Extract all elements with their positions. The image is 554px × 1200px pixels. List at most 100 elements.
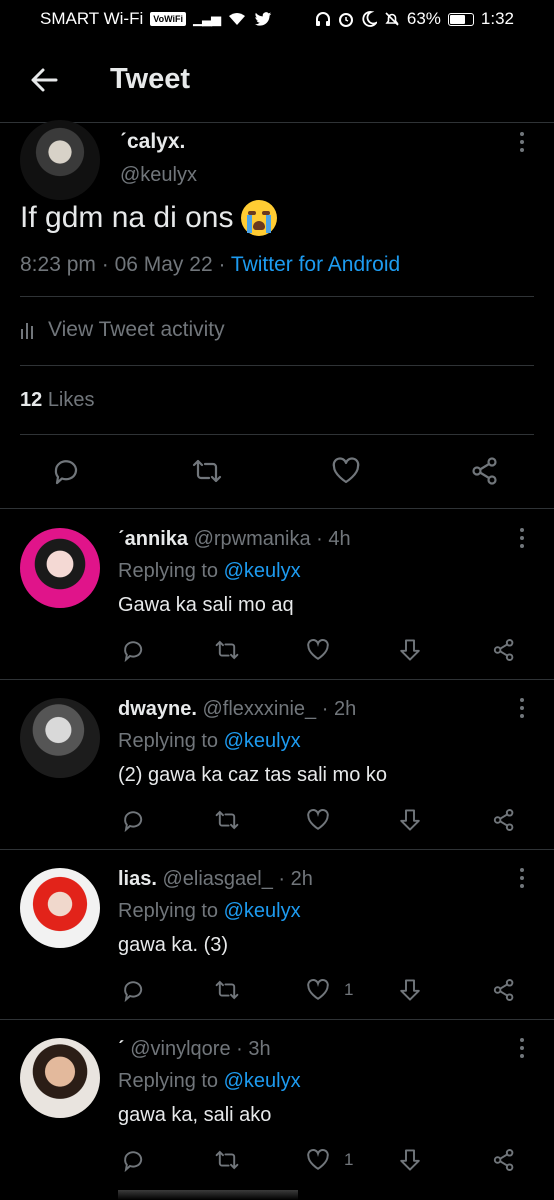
reply-author-name[interactable]: lias. [118, 868, 157, 890]
reply-icon[interactable] [52, 456, 82, 486]
author-name[interactable]: ˊcalyx. [120, 130, 185, 154]
like-heart-icon[interactable] [306, 808, 330, 832]
retweet-icon[interactable] [215, 1148, 239, 1172]
like-heart-icon[interactable] [331, 456, 361, 486]
reply-author-handle[interactable]: @flexxxinie_ [202, 698, 316, 720]
like-heart-icon[interactable] [306, 638, 330, 662]
tweet-date: 06 May 22 [114, 253, 213, 276]
reply-icon[interactable] [122, 978, 146, 1002]
share-icon[interactable] [492, 808, 516, 832]
avatar[interactable] [20, 1038, 100, 1118]
downvote-arrow-icon[interactable] [398, 638, 422, 662]
mention-link[interactable]: @keulyx [224, 1070, 301, 1092]
likes-count-link[interactable]: 12 Likes [20, 389, 95, 412]
twitter-bird-icon [254, 11, 272, 26]
reply-author-handle[interactable]: @vinylqore [130, 1038, 230, 1060]
reply-icon[interactable] [122, 1148, 146, 1172]
replying-to-label: Replying to [118, 900, 219, 922]
reply-age: 2h [333, 698, 357, 720]
view-activity-label: View Tweet activity [48, 318, 225, 341]
tweet-time: 8:23 pm [20, 253, 96, 276]
reply-age: 2h [290, 868, 313, 890]
wifi-icon [229, 13, 246, 25]
replying-to: Replying to @keulyx [118, 1070, 301, 1093]
more-options-icon[interactable] [512, 526, 532, 550]
reply-icon[interactable] [122, 638, 146, 662]
more-options-icon[interactable] [512, 696, 532, 720]
divider [20, 365, 534, 366]
share-icon[interactable] [470, 456, 500, 486]
reply-age: 3h [248, 1038, 271, 1060]
divider [20, 434, 534, 435]
like-heart-icon[interactable] [306, 1148, 330, 1172]
retweet-icon[interactable] [215, 638, 239, 662]
like-heart-icon[interactable] [306, 978, 330, 1002]
avatar[interactable] [20, 698, 100, 778]
mention-link[interactable]: @keulyx [224, 730, 301, 752]
divider [20, 296, 534, 297]
replying-to-label: Replying to [118, 1070, 219, 1092]
mention-link[interactable]: @keulyx [224, 900, 301, 922]
retweet-icon[interactable] [215, 808, 239, 832]
reply-text: Gawa ka sali mo aq [118, 594, 294, 616]
header-divider [0, 122, 554, 123]
view-activity-button[interactable]: View Tweet activity [20, 318, 225, 342]
replying-to: Replying to @keulyx [118, 900, 301, 923]
reply-item[interactable]: ˊ @vinylqore · 3h Replying to @keulyx ga… [0, 1020, 554, 1190]
tweet-meta: 8:23 pm · 06 May 22 · Twitter for Androi… [20, 253, 401, 276]
reply-header: ˊ @vinylqore · 3h [118, 1038, 271, 1060]
battery-percent: 63% [406, 9, 441, 28]
reply-item[interactable]: lias. @eliasgael_ · 2h Replying to @keul… [0, 850, 554, 1020]
carrier-label: SMART Wi-Fi [40, 9, 144, 28]
reply-author-name[interactable]: dwayne. [118, 698, 197, 720]
moon-icon [362, 11, 377, 27]
downvote-arrow-icon[interactable] [398, 978, 422, 1002]
reply-item[interactable]: ˊannika @rpwmanika · 4h Replying to @keu… [0, 510, 554, 680]
reply-author-name[interactable]: ˊannika [118, 528, 188, 550]
analytics-icon [21, 323, 33, 339]
headphones-icon [315, 12, 330, 26]
mention-link[interactable]: @keulyx [224, 560, 301, 582]
reply-age: 4h [328, 528, 351, 550]
mute-bell-icon [385, 12, 399, 26]
avatar[interactable] [20, 528, 100, 608]
like-count: 1 [344, 1150, 354, 1169]
reply-header: dwayne. @flexxxinie_ · 2h [118, 698, 357, 720]
avatar[interactable] [20, 868, 100, 948]
avatar[interactable] [20, 120, 100, 200]
next-reply-peek [118, 1190, 298, 1200]
replying-to-label: Replying to [118, 730, 219, 752]
replying-to: Replying to @keulyx [118, 560, 301, 583]
more-options-icon[interactable] [512, 866, 532, 890]
replying-to-label: Replying to [118, 560, 219, 582]
tweet-text: If gdm na di ons [20, 200, 278, 236]
more-options-icon[interactable] [512, 130, 532, 154]
reply-header: ˊannika @rpwmanika · 4h [118, 528, 351, 550]
replying-to: Replying to @keulyx [118, 730, 301, 753]
reply-author-name[interactable]: ˊ [118, 1038, 125, 1060]
reply-item[interactable]: dwayne. @flexxxinie_ · 2h Replying to @k… [0, 680, 554, 850]
signal-icon: ▁▃▅ [193, 11, 221, 26]
clock: 1:32 [480, 9, 514, 28]
tweet-source-link[interactable]: Twitter for Android [231, 253, 400, 276]
reply-icon[interactable] [122, 808, 146, 832]
more-options-icon[interactable] [512, 1036, 532, 1060]
back-arrow-icon[interactable] [28, 64, 60, 96]
reply-author-handle[interactable]: @eliasgael_ [162, 868, 272, 890]
share-icon[interactable] [492, 638, 516, 662]
downvote-arrow-icon[interactable] [398, 808, 422, 832]
likes-count: 12 [20, 389, 43, 411]
page-title: Tweet [110, 63, 191, 95]
reply-author-handle[interactable]: @rpwmanika [194, 528, 311, 550]
reply-header: lias. @eliasgael_ · 2h [118, 868, 313, 890]
share-icon[interactable] [492, 978, 516, 1002]
reply-text: (2) gawa ka caz tas sali mo ko [118, 764, 387, 786]
downvote-arrow-icon[interactable] [398, 1148, 422, 1172]
retweet-icon[interactable] [192, 456, 222, 486]
vowifi-badge: VoWiFi [150, 12, 187, 26]
share-icon[interactable] [492, 1148, 516, 1172]
alarm-icon [338, 13, 353, 27]
status-bar: SMART Wi-Fi VoWiFi ▁▃▅ 63% 1:32 [0, 0, 554, 38]
retweet-icon[interactable] [215, 978, 239, 1002]
author-handle[interactable]: @keulyx [120, 164, 197, 187]
